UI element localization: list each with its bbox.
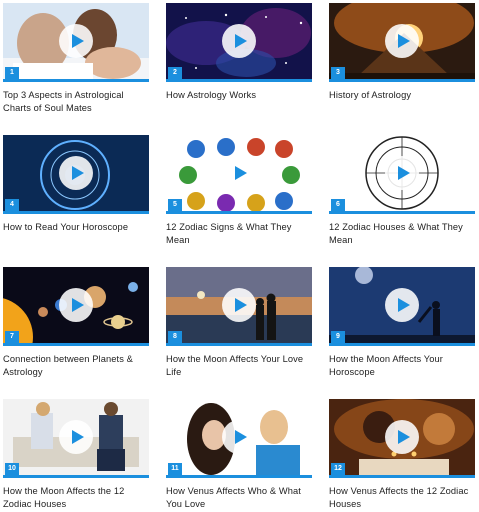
video-title[interactable]: How the Moon Affects Your Love Life xyxy=(166,353,314,378)
video-title[interactable]: How to Read Your Horoscope xyxy=(3,221,151,234)
play-icon[interactable] xyxy=(385,287,419,322)
video-number-badge: 12 xyxy=(331,463,345,475)
play-icon[interactable] xyxy=(59,287,93,322)
progress-bar xyxy=(329,343,475,346)
video-card[interactable]: 10 How the Moon Affects the 12 Zodiac Ho… xyxy=(3,399,151,510)
video-number-badge: 9 xyxy=(331,331,345,343)
video-thumbnail[interactable]: 2 xyxy=(166,3,312,82)
progress-bar xyxy=(166,79,312,82)
video-thumbnail[interactable]: 3 xyxy=(329,3,475,82)
video-grid: 1 Top 3 Aspects in Astrological Charts o… xyxy=(0,0,479,512)
play-icon[interactable] xyxy=(222,155,256,190)
video-thumbnail[interactable]: 11 xyxy=(166,399,312,478)
video-title[interactable]: 12 Zodiac Houses & What They Mean xyxy=(329,221,477,246)
play-icon[interactable] xyxy=(222,23,256,58)
video-thumbnail[interactable]: 5 xyxy=(166,135,312,214)
video-thumbnail[interactable]: 10 xyxy=(3,399,149,478)
play-icon[interactable] xyxy=(222,419,256,454)
play-icon[interactable] xyxy=(59,419,93,454)
video-card[interactable]: 2 How Astrology Works xyxy=(166,3,314,102)
video-title[interactable]: How Astrology Works xyxy=(166,89,314,102)
video-card[interactable]: 9 How the Moon Affects Your Horoscope xyxy=(329,267,477,378)
video-title[interactable]: Connection between Planets & Astrology xyxy=(3,353,151,378)
play-icon[interactable] xyxy=(222,287,256,322)
video-title[interactable]: Top 3 Aspects in Astrological Charts of … xyxy=(3,89,151,114)
play-icon[interactable] xyxy=(59,155,93,190)
video-card[interactable]: 5 12 Zodiac Signs & What They Mean xyxy=(166,135,314,246)
video-title[interactable]: How Venus Affects Who & What You Love xyxy=(166,485,314,510)
video-thumbnail[interactable]: 6 xyxy=(329,135,475,214)
progress-bar xyxy=(3,79,149,82)
video-title[interactable]: History of Astrology xyxy=(329,89,477,102)
video-card[interactable]: 3 History of Astrology xyxy=(329,3,477,102)
video-thumbnail[interactable]: 12 xyxy=(329,399,475,478)
video-thumbnail[interactable]: 1 xyxy=(3,3,149,82)
progress-bar xyxy=(166,475,312,478)
video-number-badge: 7 xyxy=(5,331,19,343)
progress-bar xyxy=(3,211,149,214)
video-number-badge: 11 xyxy=(168,463,182,475)
video-card[interactable]: 8 How the Moon Affects Your Love Life xyxy=(166,267,314,378)
progress-bar xyxy=(329,211,475,214)
video-thumbnail[interactable]: 4 xyxy=(3,135,149,214)
video-number-badge: 1 xyxy=(5,67,19,79)
video-title[interactable]: How the Moon Affects Your Horoscope xyxy=(329,353,477,378)
video-card[interactable]: 6 12 Zodiac Houses & What They Mean xyxy=(329,135,477,246)
video-number-badge: 5 xyxy=(168,199,182,211)
progress-bar xyxy=(166,343,312,346)
video-thumbnail[interactable]: 8 xyxy=(166,267,312,346)
progress-bar xyxy=(3,475,149,478)
video-card[interactable]: 1 Top 3 Aspects in Astrological Charts o… xyxy=(3,3,151,114)
progress-bar xyxy=(166,211,312,214)
video-number-badge: 10 xyxy=(5,463,19,475)
video-title[interactable]: How Venus Affects the 12 Zodiac Houses xyxy=(329,485,477,510)
video-card[interactable]: 12 How Venus Affects the 12 Zodiac House… xyxy=(329,399,477,510)
play-icon[interactable] xyxy=(385,155,419,190)
video-title[interactable]: How the Moon Affects the 12 Zodiac House… xyxy=(3,485,151,510)
video-number-badge: 6 xyxy=(331,199,345,211)
progress-bar xyxy=(329,475,475,478)
progress-bar xyxy=(329,79,475,82)
video-number-badge: 3 xyxy=(331,67,345,79)
video-number-badge: 8 xyxy=(168,331,182,343)
video-title[interactable]: 12 Zodiac Signs & What They Mean xyxy=(166,221,314,246)
video-thumbnail[interactable]: 7 xyxy=(3,267,149,346)
video-card[interactable]: 7 Connection between Planets & Astrology xyxy=(3,267,151,378)
video-number-badge: 4 xyxy=(5,199,19,211)
video-thumbnail[interactable]: 9 xyxy=(329,267,475,346)
progress-bar xyxy=(3,343,149,346)
video-card[interactable]: 4 How to Read Your Horoscope xyxy=(3,135,151,234)
video-card[interactable]: 11 How Venus Affects Who & What You Love xyxy=(166,399,314,510)
play-icon[interactable] xyxy=(385,419,419,454)
video-number-badge: 2 xyxy=(168,67,182,79)
play-icon[interactable] xyxy=(385,23,419,58)
play-icon[interactable] xyxy=(59,23,93,58)
